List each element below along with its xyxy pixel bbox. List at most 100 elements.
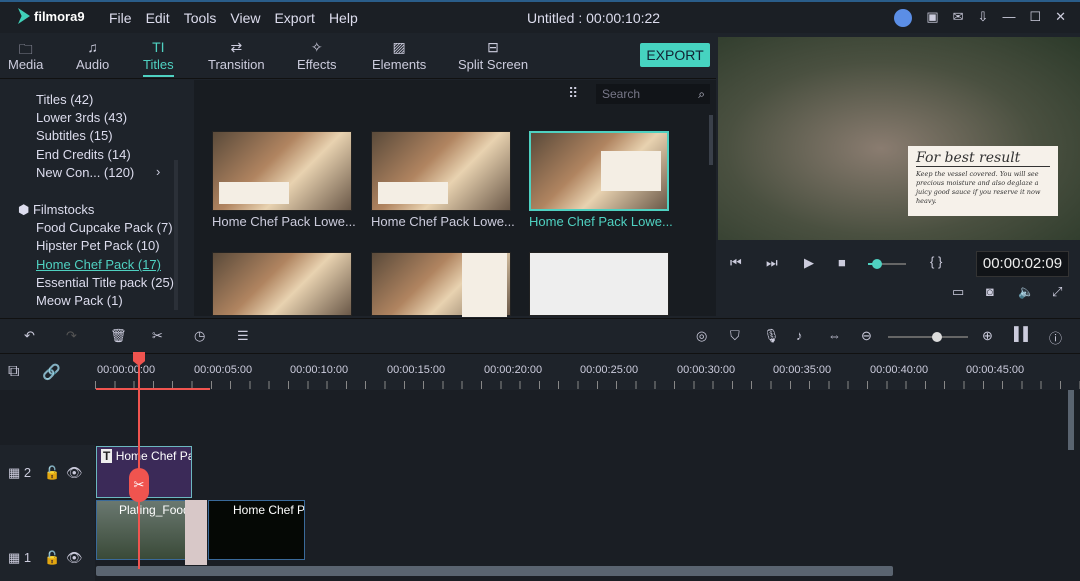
window-title: Untitled : 00:00:10:22 xyxy=(527,10,661,26)
title-thumbnail[interactable] xyxy=(371,252,511,317)
mail-icon[interactable]: ✉ xyxy=(953,9,964,27)
eye-icon[interactable]: 👁 xyxy=(66,550,83,566)
tab-effects[interactable]: ✧ Effects xyxy=(297,39,337,72)
tab-transition[interactable]: ⇄ Transition xyxy=(208,39,265,72)
title-thumbnail[interactable] xyxy=(212,131,352,211)
minimize-icon[interactable]: — xyxy=(1002,9,1015,27)
menu-help[interactable]: Help xyxy=(329,10,358,26)
tab-media[interactable]: 🗀 Media xyxy=(8,39,43,72)
stop-icon[interactable]: ■ xyxy=(838,255,846,270)
play-icon[interactable]: ▶ xyxy=(804,255,814,271)
cut-icon[interactable]: ✂ xyxy=(152,328,163,344)
export-button[interactable]: EXPORT xyxy=(640,43,710,67)
tab-label: Effects xyxy=(297,57,337,72)
previous-frame-icon[interactable]: ⏮ xyxy=(730,255,742,271)
title-thumbnail[interactable] xyxy=(529,131,669,211)
video-clip[interactable]: Plating_Food xyxy=(96,500,186,560)
vertical-scrollbar[interactable] xyxy=(1068,390,1074,450)
app-name: filmora9 xyxy=(34,8,85,24)
grid-view-icon[interactable]: ⠿ xyxy=(568,85,578,102)
ruler-ticks xyxy=(95,381,1080,389)
fit-timeline-icon[interactable]: ⇔ xyxy=(828,328,841,343)
thumbnail-label: Home Chef Pack Lowe... xyxy=(371,214,515,229)
category-subtitles[interactable]: Subtitles (15) xyxy=(36,128,113,143)
playhead[interactable] xyxy=(138,354,140,569)
category-end-credits[interactable]: End Credits (14) xyxy=(36,147,131,162)
menu-export[interactable]: Export xyxy=(274,10,314,26)
undo-icon[interactable]: ↶ xyxy=(24,328,35,344)
account-icon[interactable] xyxy=(894,9,913,27)
lock-icon[interactable]: 🔓 xyxy=(44,465,60,481)
lock-icon[interactable]: 🔓 xyxy=(44,550,60,566)
category-home-chef[interactable]: Home Chef Pack (17) xyxy=(36,257,161,272)
timeline-zoom-slider[interactable] xyxy=(888,332,968,342)
microphone-icon[interactable]: 🎙 xyxy=(763,328,780,344)
menu-view[interactable]: View xyxy=(230,10,260,26)
category-meow[interactable]: Meow Pack (1) xyxy=(36,293,123,308)
audio-mixer-icon[interactable]: ♪ xyxy=(796,328,803,343)
timeline-ruler[interactable]: 00:00:00:00 00:00:05:00 00:00:10:00 00:0… xyxy=(95,354,1080,390)
link-icon[interactable]: 🔗 xyxy=(42,363,61,381)
menu-edit[interactable]: Edit xyxy=(146,10,170,26)
search-icon[interactable]: ⌕ xyxy=(698,87,705,102)
transition-icon: ⇄ xyxy=(230,39,243,55)
close-icon[interactable]: ✕ xyxy=(1055,9,1066,27)
next-frame-icon[interactable]: ⏭ xyxy=(766,255,778,271)
fullscreen-icon[interactable]: ⤢ xyxy=(1052,284,1062,300)
transition-clip[interactable] xyxy=(185,500,207,565)
help-icon[interactable]: ⓘ xyxy=(1049,328,1062,347)
zoom-out-icon[interactable]: ⊖ xyxy=(861,328,872,344)
title-thumbnail[interactable] xyxy=(371,131,511,211)
volume-icon[interactable]: 🔈 xyxy=(1018,284,1034,300)
marker-icon[interactable]: ⛉ xyxy=(730,328,740,344)
chevron-right-icon[interactable]: › xyxy=(156,164,160,179)
category-filmstocks[interactable]: ⬢ Filmstocks xyxy=(18,202,94,218)
ruler-label: 00:00:15:00 xyxy=(387,364,446,376)
adjust-icon[interactable]: ☰ xyxy=(237,328,249,344)
sidebar-scrollbar[interactable] xyxy=(174,160,178,310)
tab-elements[interactable]: ▨ Elements xyxy=(372,39,426,72)
delete-icon[interactable]: 🗑 xyxy=(110,328,127,344)
app-logo: filmora9 xyxy=(18,8,85,24)
snapshot-icon[interactable]: ◙ xyxy=(986,284,994,299)
track-number: 2 xyxy=(23,465,32,480)
ruler-label: 00:00:20:00 xyxy=(484,364,543,376)
layout-icon[interactable]: ▌▌ xyxy=(1014,326,1032,341)
effects-icon: ✧ xyxy=(310,39,323,55)
search-input[interactable]: Search ⌕ xyxy=(596,84,710,104)
library-scrollbar[interactable] xyxy=(709,115,713,165)
save-icon[interactable]: ▣ xyxy=(926,9,938,27)
menu-tools[interactable]: Tools xyxy=(184,10,217,26)
tab-split-screen[interactable]: ⊟ Split Screen xyxy=(458,39,528,72)
category-new-content[interactable]: New Con... (120) xyxy=(36,165,134,180)
category-lower-3rds[interactable]: Lower 3rds (43) xyxy=(36,110,127,125)
title-thumbnail[interactable] xyxy=(529,252,669,316)
download-icon[interactable]: ⇩ xyxy=(978,9,989,27)
tab-label: Split Screen xyxy=(458,57,529,72)
category-essential-title[interactable]: Essential Title pack (25) xyxy=(36,275,174,290)
mark-in-out-icon[interactable]: { } xyxy=(930,254,942,269)
render-icon[interactable]: ◎ xyxy=(696,328,707,344)
video-clip[interactable]: Home Chef Pa xyxy=(208,500,305,560)
track-header-1: ▦ 1 🔓 👁 xyxy=(0,500,95,581)
category-food-cupcake[interactable]: Food Cupcake Pack (7) xyxy=(36,220,173,235)
display-settings-icon[interactable]: ▭ xyxy=(952,284,964,300)
eye-icon[interactable]: 👁 xyxy=(66,465,83,481)
category-titles[interactable]: Titles (42) xyxy=(36,92,93,107)
menu-file[interactable]: File xyxy=(109,10,132,26)
scissors-icon[interactable]: ✂ xyxy=(129,468,149,502)
tab-titles[interactable]: TI Titles xyxy=(143,39,174,77)
ruler-label: 00:00:35:00 xyxy=(773,364,832,376)
redo-icon[interactable]: ↷ xyxy=(66,328,77,344)
playback-progress-slider[interactable] xyxy=(868,259,906,269)
category-hipster-pet[interactable]: Hipster Pet Pack (10) xyxy=(36,238,160,253)
maximize-icon[interactable]: ☐ xyxy=(1029,9,1041,27)
horizontal-scrollbar[interactable] xyxy=(96,566,893,576)
track-number: 1 xyxy=(23,550,32,565)
zoom-in-icon[interactable]: ⊕ xyxy=(982,328,993,344)
add-track-icon[interactable]: ⧉ xyxy=(8,363,19,381)
text-icon: T xyxy=(101,449,113,463)
speed-icon[interactable]: ◷ xyxy=(194,328,205,344)
tab-audio[interactable]: ♫ Audio xyxy=(76,39,109,72)
title-thumbnail[interactable] xyxy=(212,252,352,316)
